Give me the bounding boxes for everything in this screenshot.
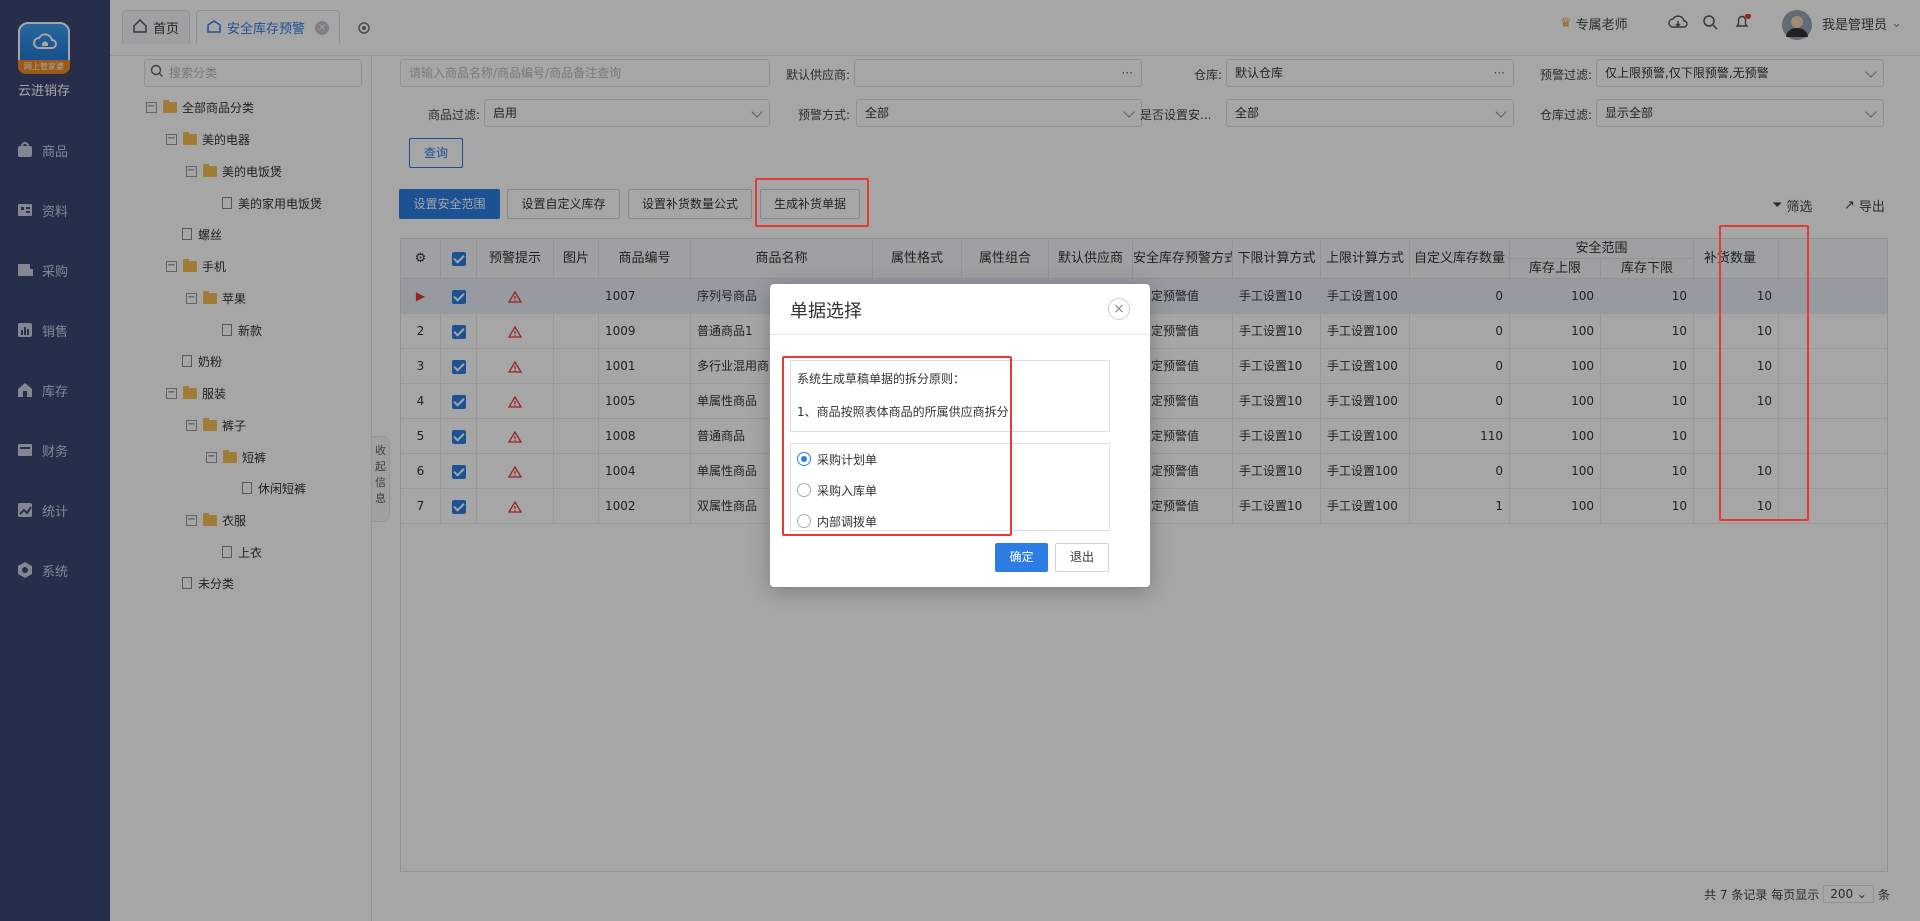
confirm-button[interactable]: 确定	[995, 543, 1048, 572]
highlight-generate-button	[755, 178, 869, 227]
dialog-divider	[770, 334, 1150, 335]
dialog-title: 单据选择	[790, 301, 862, 322]
highlight-restock-column	[1719, 225, 1809, 521]
highlight-dialog-options	[782, 356, 1012, 536]
exit-button[interactable]: 退出	[1055, 543, 1109, 572]
document-select-dialog: 单据选择 × 系统生成草稿单据的拆分原则： 1、商品按照表体商品的所属供应商拆分…	[770, 284, 1150, 587]
close-icon[interactable]: ×	[1108, 298, 1130, 320]
